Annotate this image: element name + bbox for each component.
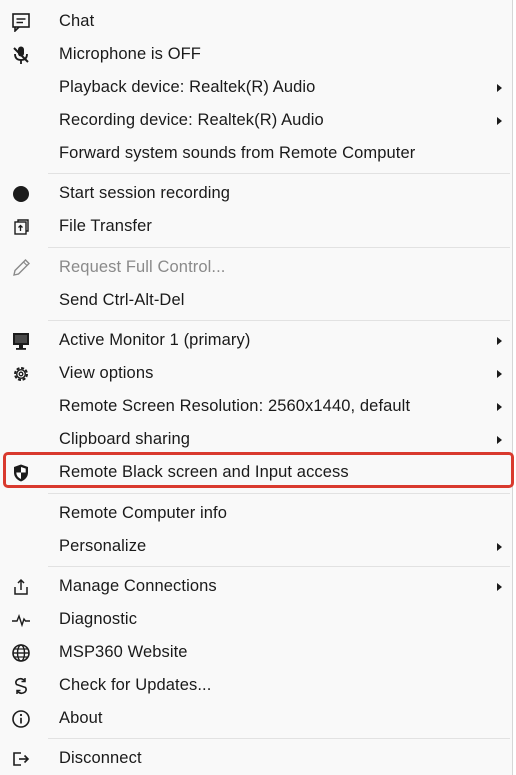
menu-item-forward-sounds[interactable]: Forward system sounds from Remote Comput… <box>0 137 512 170</box>
context-menu: Chat Microphone is OFF Playback device: … <box>0 0 514 775</box>
microphone-off-icon <box>10 44 32 66</box>
menu-item-microphone[interactable]: Microphone is OFF <box>0 38 512 71</box>
monitor-icon <box>10 330 32 352</box>
submenu-arrow-icon <box>497 336 502 345</box>
menu-item-label: Request Full Control... <box>59 258 226 276</box>
menu-item-label: Remote Screen Resolution: 2560x1440, def… <box>59 397 411 415</box>
menu-item-request-full-control[interactable]: Request Full Control... <box>0 251 512 284</box>
menu-item-label: Active Monitor 1 (primary) <box>59 331 251 349</box>
menu-item-playback-device[interactable]: Playback device: Realtek(R) Audio <box>0 71 512 104</box>
submenu-arrow-icon <box>497 542 502 551</box>
menu-item-label: Remote Computer info <box>59 504 227 522</box>
globe-icon <box>10 642 32 664</box>
menu-item-msp360-website[interactable]: MSP360 Website <box>0 636 512 669</box>
menu-item-label: File Transfer <box>59 217 152 235</box>
menu-item-remote-computer-info[interactable]: Remote Computer info <box>0 497 512 530</box>
update-icon <box>10 675 32 697</box>
menu-item-label: Personalize <box>59 537 147 555</box>
pencil-icon <box>10 257 32 279</box>
submenu-arrow-icon <box>497 582 502 591</box>
menu-item-label: Forward system sounds from Remote Comput… <box>59 144 416 162</box>
menu-item-label: Chat <box>59 12 95 30</box>
menu-item-label: Microphone is OFF <box>59 45 201 63</box>
submenu-arrow-icon <box>497 402 502 411</box>
menu-item-label: Check for Updates... <box>59 676 212 694</box>
menu-item-recording-device[interactable]: Recording device: Realtek(R) Audio <box>0 104 512 137</box>
menu-separator <box>48 247 510 248</box>
menu-item-view-options[interactable]: View options <box>0 357 512 390</box>
menu-item-label: Diagnostic <box>59 610 138 628</box>
menu-item-label: Recording device: Realtek(R) Audio <box>59 111 324 129</box>
menu-item-label: MSP360 Website <box>59 643 188 661</box>
submenu-arrow-icon <box>497 116 502 125</box>
menu-item-file-transfer[interactable]: File Transfer <box>0 210 512 243</box>
gear-icon <box>10 363 32 385</box>
menu-item-personalize[interactable]: Personalize <box>0 530 512 563</box>
menu-item-label: Playback device: Realtek(R) Audio <box>59 78 316 96</box>
menu-item-send-ctrl-alt-del[interactable]: Send Ctrl-Alt-Del <box>0 284 512 317</box>
menu-item-diagnostic[interactable]: Diagnostic <box>0 603 512 636</box>
disconnect-icon <box>10 748 32 770</box>
menu-item-manage-connections[interactable]: Manage Connections <box>0 570 512 603</box>
menu-item-start-recording[interactable]: Start session recording <box>0 177 512 210</box>
menu-item-label: View options <box>59 364 154 382</box>
file-transfer-icon <box>10 216 32 238</box>
menu-item-label: Start session recording <box>59 184 231 202</box>
menu-separator <box>48 738 510 739</box>
submenu-arrow-icon <box>497 435 502 444</box>
menu-item-label: Manage Connections <box>59 577 217 595</box>
menu-separator <box>48 566 510 567</box>
menu-item-about[interactable]: About <box>0 702 512 735</box>
menu-item-disconnect[interactable]: Disconnect <box>0 742 512 775</box>
chat-icon <box>10 11 32 33</box>
menu-item-label: Send Ctrl-Alt-Del <box>59 291 185 309</box>
menu-item-check-for-updates[interactable]: Check for Updates... <box>0 669 512 702</box>
menu-separator <box>48 493 510 494</box>
highlight-outline <box>3 452 514 488</box>
menu-item-label: Clipboard sharing <box>59 430 191 448</box>
menu-item-active-monitor[interactable]: Active Monitor 1 (primary) <box>0 324 512 357</box>
menu-item-remote-screen-resolution[interactable]: Remote Screen Resolution: 2560x1440, def… <box>0 390 512 423</box>
menu-item-label: About <box>59 709 103 727</box>
pulse-icon <box>10 609 32 631</box>
menu-item-label: Disconnect <box>59 749 142 767</box>
menu-item-chat[interactable]: Chat <box>0 5 512 38</box>
record-icon <box>10 183 32 205</box>
info-icon <box>10 708 32 730</box>
submenu-arrow-icon <box>497 83 502 92</box>
menu-separator <box>48 173 510 174</box>
connections-icon <box>10 576 32 598</box>
submenu-arrow-icon <box>497 369 502 378</box>
menu-separator <box>48 320 510 321</box>
